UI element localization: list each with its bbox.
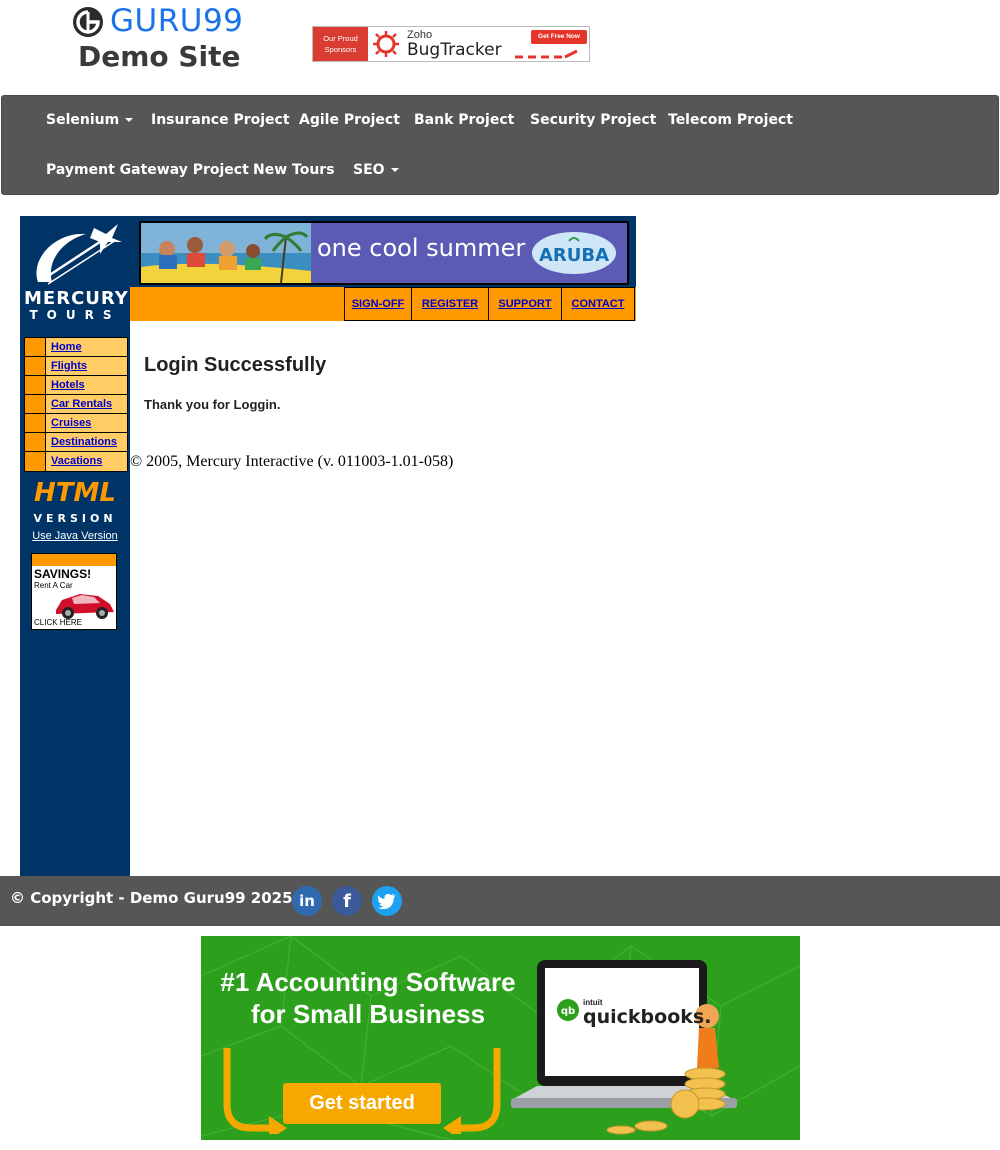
nav-selenium[interactable]: Selenium [46, 112, 134, 128]
mercury-sidebar: MERCURY TOURS Home Flights Hotels Car Re… [20, 216, 130, 876]
page-title: Login Successfully [144, 354, 327, 376]
nav-payment-gateway-project[interactable]: Payment Gateway Project [46, 162, 249, 178]
guru99-logo[interactable]: GURU99 Demo Site [72, 3, 247, 80]
sponsor-tag-line1: Our Proud [323, 34, 358, 43]
side-link-cruises[interactable]: Cruises [46, 414, 91, 432]
side-menu-item[interactable]: Car Rentals [25, 395, 127, 414]
ad-headline-line1: #1 Accounting Software [220, 967, 516, 997]
laptop-icon [511, 960, 737, 1135]
login-message: Thank you for Loggin. [144, 397, 281, 412]
sponsor-tag: Our Proud Sponsors [313, 27, 368, 61]
menu-bullet [25, 357, 46, 375]
footer-bar: © Copyright - Demo Guru99 2025 in f [0, 876, 1000, 926]
side-menu-item[interactable]: Vacations [25, 452, 127, 471]
savings-ad-cta: CLICK HERE [34, 618, 83, 627]
mercury-logo-subtext: TOURS [29, 308, 121, 322]
mercury-logo-text: MERCURY [24, 288, 129, 309]
menu-bullet [25, 414, 46, 432]
register-link[interactable]: REGISTER [411, 287, 488, 321]
use-java-version-link[interactable]: Use Java Version [20, 530, 130, 542]
side-menu-item[interactable]: Flights [25, 357, 127, 376]
get-started-button[interactable]: Get started [283, 1083, 441, 1124]
quickbooks-brand-name: quickbooks. [583, 1006, 712, 1028]
quickbooks-logo-icon: qb [557, 999, 579, 1021]
footer-copyright: © Copyright - Demo Guru99 2025 [10, 889, 293, 907]
car-icon [56, 594, 114, 619]
side-link-home[interactable]: Home [46, 338, 82, 356]
savings-ad-title: SAVINGS! [34, 567, 92, 581]
ad-headline-line2: for Small Business [250, 999, 486, 1029]
arrow-icon [515, 49, 578, 59]
savings-ad[interactable]: SAVINGS! Rent A Car CLICK HERE [31, 553, 117, 630]
menu-bullet [25, 376, 46, 394]
nav-bank-project[interactable]: Bank Project [414, 112, 514, 128]
promo-text: one cool summer [317, 234, 526, 262]
promo-inner: one cool summer ARUBA [139, 221, 629, 285]
sponsor-tag-line2: Sponsors [324, 45, 357, 54]
savings-ad-topbar [32, 554, 116, 566]
chevron-down-icon [390, 168, 399, 172]
html-badge-subtitle: VERSION [33, 512, 117, 525]
aruba-logo-text: ARUBA [539, 245, 609, 266]
side-link-destinations[interactable]: Destinations [46, 433, 117, 451]
logo-brand-text: GURU99 [110, 3, 244, 39]
contact-link[interactable]: CONTACT [561, 287, 635, 321]
html-version-badge: HTML VERSION [28, 478, 122, 528]
aruba-logo: ARUBA [532, 232, 616, 274]
beach-photo-icon [141, 223, 311, 283]
menu-bullet [25, 452, 46, 471]
svg-text:qb: qb [561, 1006, 575, 1017]
quickbooks-ad[interactable]: #1 Accounting Software for Small Busines… [201, 936, 800, 1140]
guru99-logo-icon [73, 7, 103, 37]
html-badge-title: HTML [34, 478, 116, 508]
side-link-hotels[interactable]: Hotels [46, 376, 85, 394]
aruba-promo-banner[interactable]: one cool summer ARUBA [130, 216, 636, 288]
chevron-down-icon [125, 118, 134, 122]
side-menu-item[interactable]: Cruises [25, 414, 127, 433]
facebook-icon[interactable]: f [332, 886, 362, 916]
mercury-topbar: SIGN-OFF REGISTER SUPPORT CONTACT [130, 287, 636, 321]
menu-bullet [25, 433, 46, 451]
side-menu: Home Flights Hotels Car Rentals Cruises … [24, 337, 128, 472]
sponsor-brand-name: BugTracker [407, 40, 502, 60]
nav-telecom-project[interactable]: Telecom Project [668, 112, 793, 128]
nav-agile-project[interactable]: Agile Project [299, 112, 400, 128]
get-free-now-button[interactable]: Get Free Now [531, 30, 587, 44]
twitter-bird-icon [378, 893, 396, 909]
support-link[interactable]: SUPPORT [488, 287, 561, 321]
ad-headline: #1 Accounting Software for Small Busines… [209, 966, 527, 1030]
mercury-copyright: © 2005, Mercury Interactive (v. 011003-1… [130, 453, 454, 470]
side-link-car-rentals[interactable]: Car Rentals [46, 395, 112, 413]
bug-icon [373, 31, 399, 57]
sponsor-banner[interactable]: Our Proud Sponsors Zoho BugTracker Get F… [312, 26, 590, 62]
nav-insurance-project[interactable]: Insurance Project [151, 112, 290, 128]
nav-seo[interactable]: SEO [353, 162, 399, 178]
nav-security-project[interactable]: Security Project [530, 112, 656, 128]
side-link-flights[interactable]: Flights [46, 357, 87, 375]
nav-new-tours[interactable]: New Tours [253, 162, 335, 178]
menu-bullet [25, 395, 46, 413]
side-menu-item[interactable]: Destinations [25, 433, 127, 452]
menu-bullet [25, 338, 46, 356]
linkedin-icon[interactable]: in [292, 886, 322, 916]
main-nav: Selenium Insurance Project Agile Project… [1, 95, 999, 195]
twitter-icon[interactable] [372, 886, 402, 916]
logo-subtitle: Demo Site [78, 40, 241, 73]
side-menu-item[interactable]: Home [25, 338, 127, 357]
side-link-vacations[interactable]: Vacations [46, 452, 102, 471]
side-menu-item[interactable]: Hotels [25, 376, 127, 395]
sign-off-link[interactable]: SIGN-OFF [344, 287, 411, 321]
